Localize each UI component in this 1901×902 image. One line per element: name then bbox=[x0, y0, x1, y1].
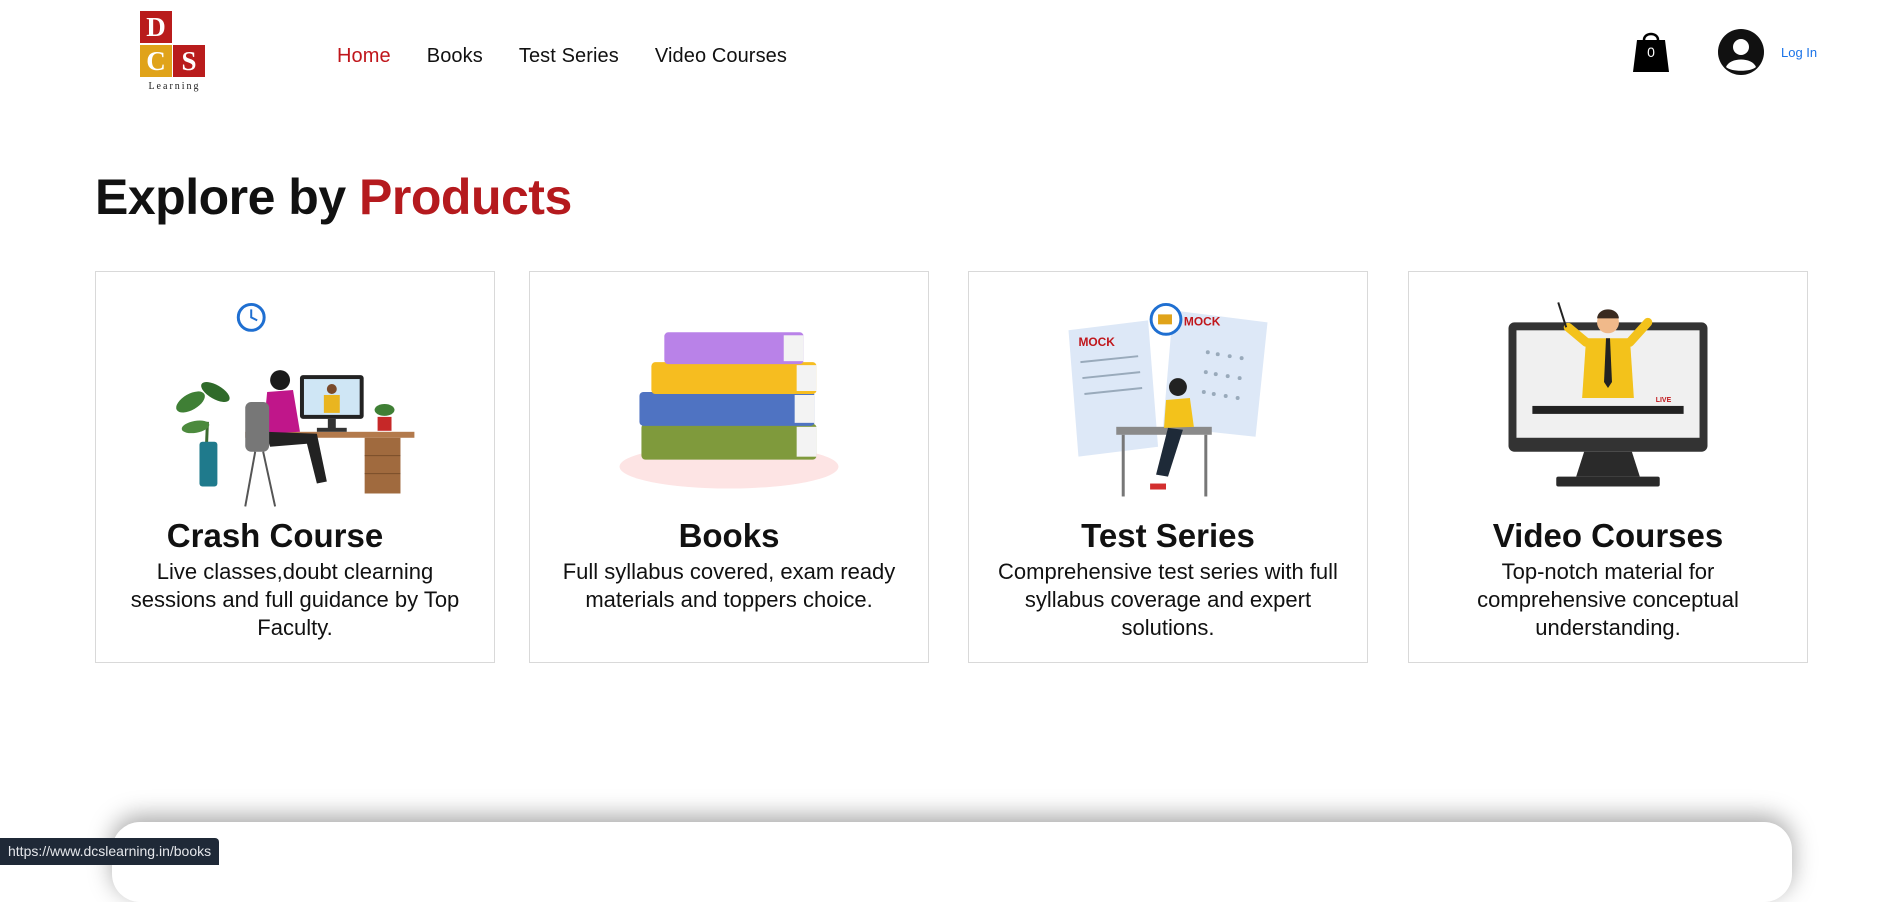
product-description: Live classes,doubt clearning sessions an… bbox=[130, 559, 460, 640]
user-avatar-button[interactable] bbox=[1718, 29, 1764, 75]
svg-text:LIVE: LIVE bbox=[1656, 397, 1672, 404]
logo-wordmark: Learning bbox=[148, 81, 201, 92]
svg-text:MOCK: MOCK bbox=[1184, 314, 1221, 328]
books-stack-illustration bbox=[619, 332, 839, 489]
product-card-crash-course[interactable]: Crash Course Live classes,doubt clearnin… bbox=[95, 271, 495, 663]
video-course-illustration: LIVE bbox=[1508, 302, 1708, 487]
test-series-illustration: MOCK MOCK bbox=[1068, 302, 1268, 497]
product-description: Top-notch material for comprehensive con… bbox=[1477, 559, 1739, 640]
status-bar-url: https://www.dcslearning.in/books bbox=[0, 838, 220, 865]
product-title: Test Series bbox=[1081, 517, 1255, 554]
user-avatar-icon bbox=[1718, 29, 1764, 75]
product-card-test-series[interactable]: MOCK MOCK Test Series Comprehensive test… bbox=[968, 271, 1368, 663]
next-section-panel bbox=[112, 822, 1792, 902]
product-title: Books bbox=[678, 517, 780, 554]
section-title-accent: Products bbox=[359, 169, 572, 225]
cart-button[interactable]: 0 bbox=[1632, 28, 1670, 74]
nav-item-home[interactable]: Home bbox=[337, 45, 391, 68]
logo-letter-s: S bbox=[173, 45, 205, 77]
product-card-video-courses[interactable]: LIVE Video Courses Top-notch material fo… bbox=[1408, 271, 1808, 663]
crash-course-illustration bbox=[176, 302, 415, 507]
main-nav: Home Books Test Series Video Courses bbox=[337, 45, 823, 68]
product-description: Comprehensive test series with full syll… bbox=[998, 559, 1338, 640]
svg-text:MOCK: MOCK bbox=[1078, 335, 1115, 349]
product-card-books[interactable]: Books Full syllabus covered, exam ready … bbox=[529, 271, 929, 663]
product-title: Crash Course bbox=[166, 517, 384, 554]
nav-item-video-courses[interactable]: Video Courses bbox=[655, 45, 787, 68]
brand-logo[interactable]: D C S Learning bbox=[139, 11, 210, 92]
logo-letter-d: D bbox=[140, 11, 172, 43]
section-title: Explore by Products bbox=[95, 168, 572, 226]
product-description: Full syllabus covered, exam ready materi… bbox=[562, 559, 896, 612]
logo-letter-c: C bbox=[140, 45, 172, 77]
product-title: Video Courses bbox=[1492, 517, 1724, 554]
nav-item-test-series[interactable]: Test Series bbox=[519, 45, 619, 68]
cart-count: 0 bbox=[1647, 44, 1655, 60]
section-title-prefix: Explore by bbox=[95, 169, 346, 225]
nav-item-books[interactable]: Books bbox=[427, 45, 483, 68]
login-link[interactable]: Log In bbox=[1781, 45, 1817, 60]
